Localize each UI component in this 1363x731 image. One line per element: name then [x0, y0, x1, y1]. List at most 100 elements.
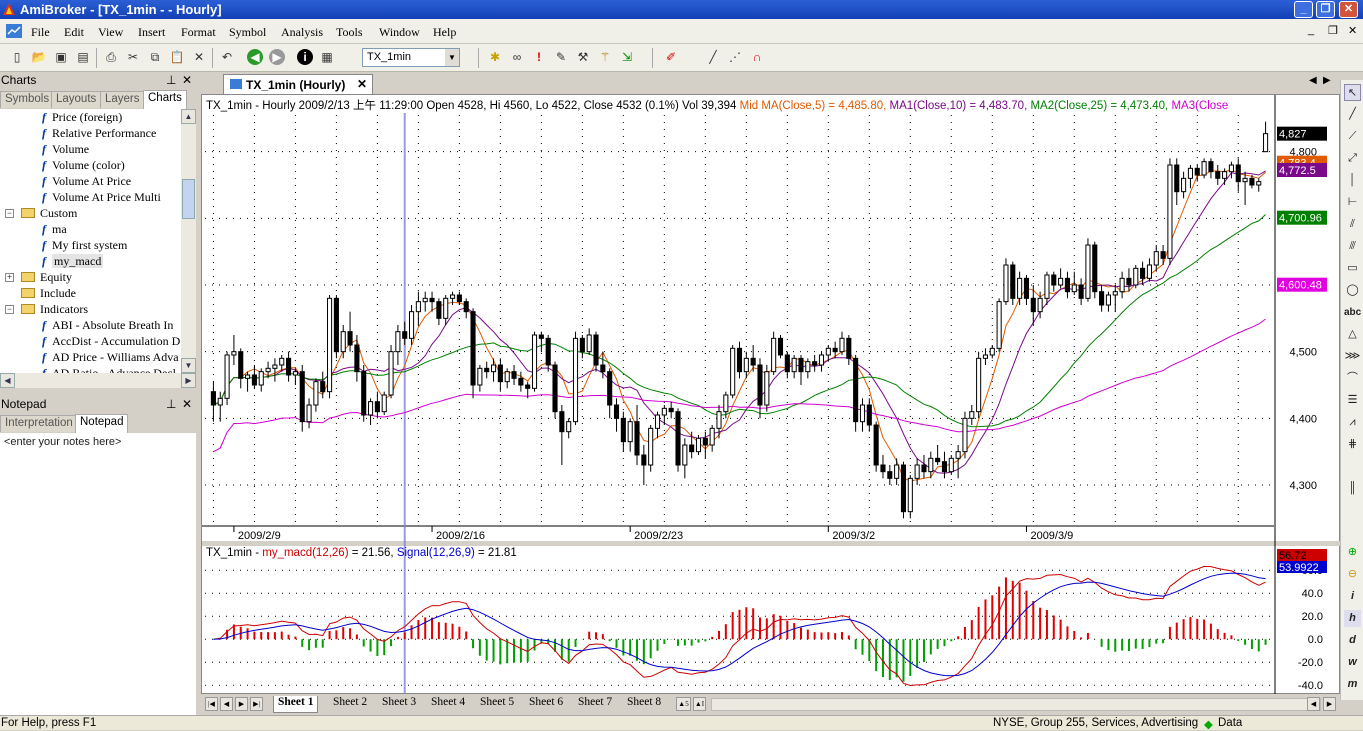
last-sheet-icon[interactable]: ▶| [250, 697, 263, 711]
tree-item[interactable]: Include [21, 286, 76, 302]
back-icon[interactable]: ◀ [247, 49, 263, 65]
print-icon[interactable]: ⎙ [103, 49, 119, 65]
pin-icon[interactable]: ⊥ [166, 397, 176, 411]
menu-edit[interactable]: Edit [64, 25, 84, 40]
tree-item[interactable]: + Equity [5, 270, 72, 286]
menu-symbol[interactable]: Symbol [229, 25, 266, 40]
parallel-lines-icon[interactable]: ⫽ [1344, 216, 1361, 233]
tab-layers[interactable]: Layers [100, 91, 145, 108]
cycle-icon[interactable]: ⩘ [1344, 414, 1361, 431]
scroll-left-icon[interactable]: ◀ [1307, 697, 1320, 711]
maximize-button[interactable]: ❐ [1316, 1, 1335, 18]
horizontal-line-icon[interactable]: ⊢ [1344, 194, 1361, 211]
scroll-thumb[interactable] [182, 179, 195, 219]
binoculars-icon[interactable]: ∞ [509, 49, 525, 65]
scroll-down-icon[interactable]: ▼ [181, 358, 196, 373]
pen-color-icon[interactable]: ✐ [663, 49, 679, 65]
menu-format[interactable]: Format [181, 25, 216, 40]
interval-m-icon[interactable]: m [1344, 676, 1361, 693]
prev-sheet-icon[interactable]: ◀ [220, 697, 233, 711]
tab-sheet-2[interactable]: Sheet 2 [329, 696, 371, 713]
tree-item[interactable]: − Indicators [5, 302, 88, 318]
delete-icon[interactable]: ✕ [191, 49, 207, 65]
mdi-close-button[interactable]: ✕ [1348, 24, 1357, 37]
tree-horizontal-scrollbar[interactable]: ◀ ▶ [0, 373, 196, 388]
symbol-select[interactable]: TX_1min ▼ [362, 48, 460, 67]
save-all-icon[interactable]: ▤ [75, 49, 91, 65]
next-sheet-icon[interactable]: ▶ [235, 697, 248, 711]
collapse-icon[interactable]: − [5, 305, 14, 314]
tree-vertical-scrollbar[interactable]: ▲ ▼ [181, 109, 196, 373]
tree-item[interactable]: f ma [42, 222, 67, 238]
sheet-scroll-icon[interactable]: ▲I [693, 697, 706, 711]
horizontal-scrollbar[interactable] [711, 698, 1321, 711]
tab-symbols[interactable]: Symbols [0, 91, 55, 108]
tab-sheet-3[interactable]: Sheet 3 [378, 696, 420, 713]
dotted-line-icon[interactable]: ⋰ [727, 49, 743, 65]
notepad-textarea[interactable]: <enter your notes here> [0, 433, 196, 715]
pane-splitter[interactable] [202, 541, 1341, 546]
pin-icon[interactable]: ⊥ [166, 73, 176, 87]
forward-icon[interactable]: ▶ [269, 49, 285, 65]
save-icon[interactable]: ▣ [53, 49, 69, 65]
extended-line-icon[interactable]: ⤢ [1344, 150, 1361, 167]
time-cycles-icon[interactable]: ║ [1344, 480, 1361, 497]
tree-item[interactable]: f Volume (color) [42, 158, 125, 174]
more-sheets-icon[interactable]: ▲5 [676, 697, 691, 711]
menu-help[interactable]: Help [433, 25, 456, 40]
mdi-minimize-button[interactable]: _ [1308, 24, 1314, 36]
text-tool-icon[interactable]: abc [1344, 304, 1361, 321]
tree-item[interactable]: f Volume At Price [42, 174, 131, 190]
menu-tools[interactable]: Tools [336, 25, 363, 40]
tab-scroll-left-icon[interactable]: ◀ [1309, 75, 1317, 86]
trendline-icon[interactable]: ╱ [1344, 106, 1361, 123]
tab-sheet-7[interactable]: Sheet 7 [574, 696, 616, 713]
gear-icon[interactable]: ✱ [487, 49, 503, 65]
alert-icon[interactable]: ! [531, 49, 547, 65]
interval-w-icon[interactable]: w [1344, 654, 1361, 671]
gann-icon[interactable]: ⋕ [1344, 436, 1361, 453]
tab-tx-1min-hourly[interactable]: TX_1min (Hourly) ✕ [223, 74, 373, 94]
scroll-up-icon[interactable]: ▲ [181, 109, 196, 124]
undo-icon[interactable]: ↶ [219, 49, 235, 65]
cut-icon[interactable]: ✂ [125, 49, 141, 65]
tab-charts[interactable]: Charts [143, 90, 187, 109]
edit-formula-icon[interactable]: ✎ [553, 49, 569, 65]
wand-icon[interactable]: ⚚ [597, 49, 613, 65]
interval-h-icon[interactable]: h [1344, 610, 1361, 627]
channel-icon[interactable]: ⫻ [1344, 238, 1361, 255]
copy-icon[interactable]: ⧉ [147, 49, 163, 65]
expand-icon[interactable]: + [5, 273, 14, 282]
tree-item[interactable]: f Volume At Price Multi [42, 190, 161, 206]
interval-i-icon[interactable]: i [1344, 588, 1361, 605]
scroll-right-icon[interactable]: ▶ [1323, 697, 1336, 711]
tree-item[interactable]: f Volume [42, 142, 89, 158]
triangle-icon[interactable]: △ [1344, 326, 1361, 343]
tab-notepad[interactable]: Notepad [75, 414, 129, 433]
chart-window[interactable]: 4,3004,4004,5004,6004,7004,8002009/2/920… [201, 94, 1341, 695]
menu-file[interactable]: File [31, 25, 50, 40]
interval-d-icon[interactable]: d [1344, 632, 1361, 649]
zoom-in-icon[interactable]: ⊕ [1344, 544, 1361, 561]
ellipse-icon[interactable]: ◯ [1344, 282, 1361, 299]
close-button[interactable]: ✕ [1339, 1, 1358, 18]
export-icon[interactable]: ⇲ [619, 49, 635, 65]
paste-icon[interactable]: 📋 [169, 49, 185, 65]
rectangle-icon[interactable]: ▭ [1344, 260, 1361, 277]
new-icon[interactable]: ▯ [9, 49, 25, 65]
close-icon[interactable]: ✕ [357, 77, 367, 91]
close-icon[interactable]: ✕ [182, 73, 192, 87]
tree-item[interactable]: − Custom [5, 206, 77, 222]
tree-item[interactable]: f My first system [42, 238, 127, 254]
menu-insert[interactable]: Insert [138, 25, 165, 40]
close-icon[interactable]: ✕ [182, 397, 192, 411]
chart-canvas[interactable]: 4,3004,4004,5004,6004,7004,8002009/2/920… [202, 95, 1341, 695]
tab-sheet-1[interactable]: Sheet 1 [273, 696, 319, 713]
tab-sheet-8[interactable]: Sheet 8 [623, 696, 665, 713]
tab-sheet-6[interactable]: Sheet 6 [525, 696, 567, 713]
tree-item[interactable]: f ABI - Absolute Breath In [42, 318, 173, 334]
tab-sheet-5[interactable]: Sheet 5 [476, 696, 518, 713]
menu-window[interactable]: Window [379, 25, 420, 40]
hammer-icon[interactable]: ⚒ [575, 49, 591, 65]
tree-item[interactable]: f Relative Performance [42, 126, 156, 142]
